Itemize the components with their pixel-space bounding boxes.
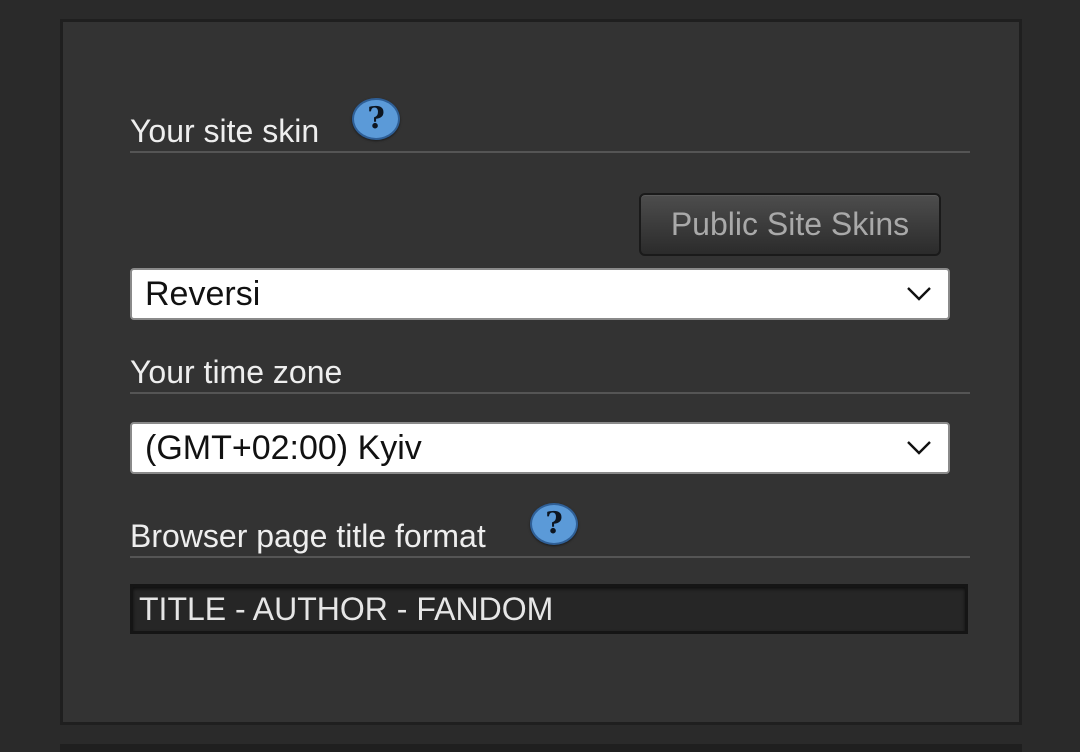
title-format-input[interactable]: TITLE - AUTHOR - FANDOM [130,584,968,634]
time-zone-select[interactable]: (GMT+02:00) Kyiv [130,422,950,474]
chevron-down-icon [907,287,931,301]
time-zone-heading-label: Your time zone [130,354,343,390]
site-skin-select[interactable]: Reversi [130,268,950,320]
chevron-down-icon [907,441,931,455]
site-skin-heading: Your site skin [130,111,970,153]
title-format-heading-label: Browser page title format [130,518,486,554]
site-skin-help-icon[interactable]: ? [352,98,400,140]
time-zone-select-value: (GMT+02:00) Kyiv [145,429,422,467]
public-site-skins-button[interactable]: Public Site Skins [639,193,941,256]
next-panel-edge [60,744,1022,752]
site-skin-select-value: Reversi [145,275,261,313]
site-skin-heading-label: Your site skin [130,113,320,149]
preferences-panel: Your site skin ? Public Site Skins Rever… [60,19,1022,725]
title-format-help-icon[interactable]: ? [530,503,578,545]
time-zone-heading: Your time zone [130,352,970,394]
